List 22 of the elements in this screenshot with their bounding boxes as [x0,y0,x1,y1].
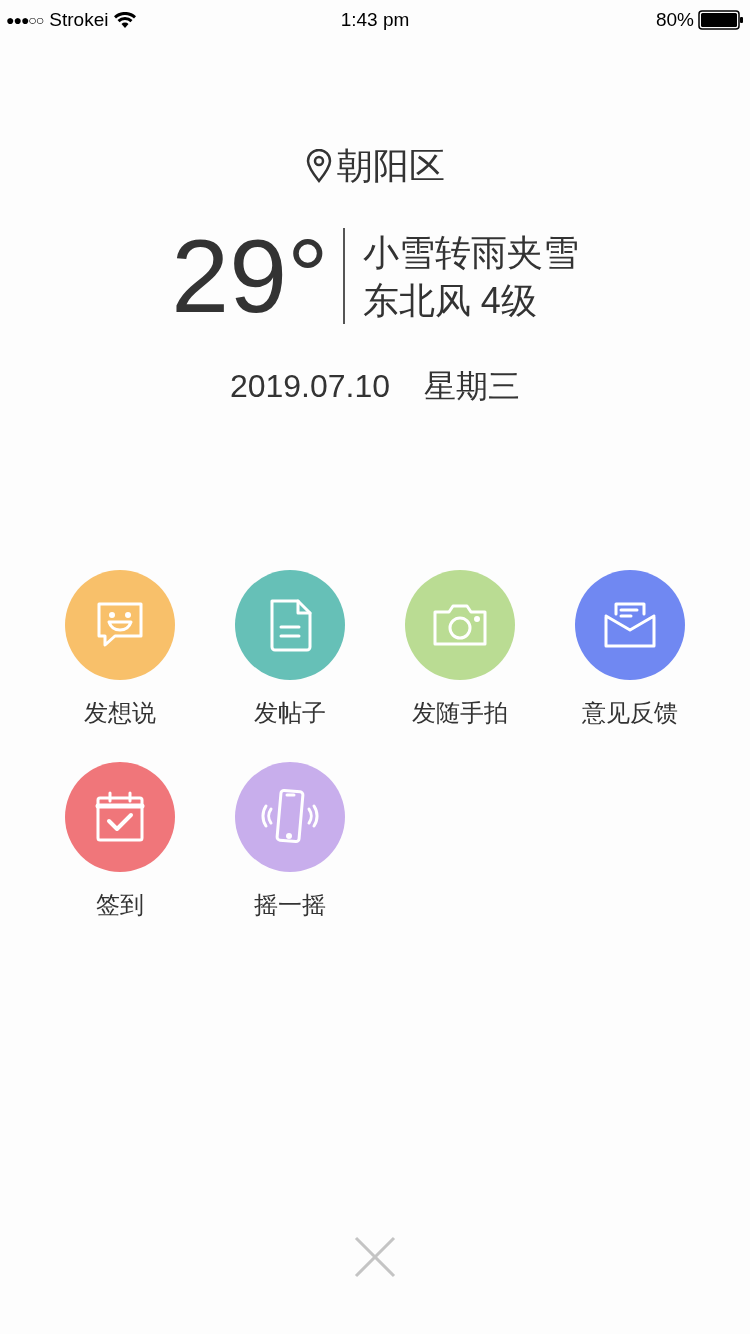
close-icon [354,1236,396,1278]
action-button[interactable]: 发随手拍 [375,570,545,728]
calendar-check-icon [93,789,147,845]
wifi-icon [114,12,137,28]
location-pin-icon [305,149,333,183]
battery-icon [698,10,744,30]
action-button[interactable]: 签到 [35,762,205,920]
action-button[interactable]: 摇一摇 [205,762,375,920]
weekday: 星期三 [424,367,521,406]
wind-info: 东北风 4级 [362,279,538,323]
close-button[interactable] [352,1234,398,1280]
weather-condition: 小雪转雨夹雪 [362,231,579,275]
carrier-name: Strokei [49,7,109,32]
action-button[interactable]: 意见反馈 [545,570,715,728]
temperature: 29° [171,226,330,326]
date: 2019.07.10 [229,367,391,406]
status-time: 1:43 pm [340,7,410,32]
action-button[interactable]: 发帖子 [205,570,375,728]
battery-percentage: 80% [655,7,694,32]
signal-strength: ●●●○○ [6,10,44,30]
action-button[interactable]: 发想说 [35,570,205,728]
location-name: 朝阳区 [337,144,445,188]
